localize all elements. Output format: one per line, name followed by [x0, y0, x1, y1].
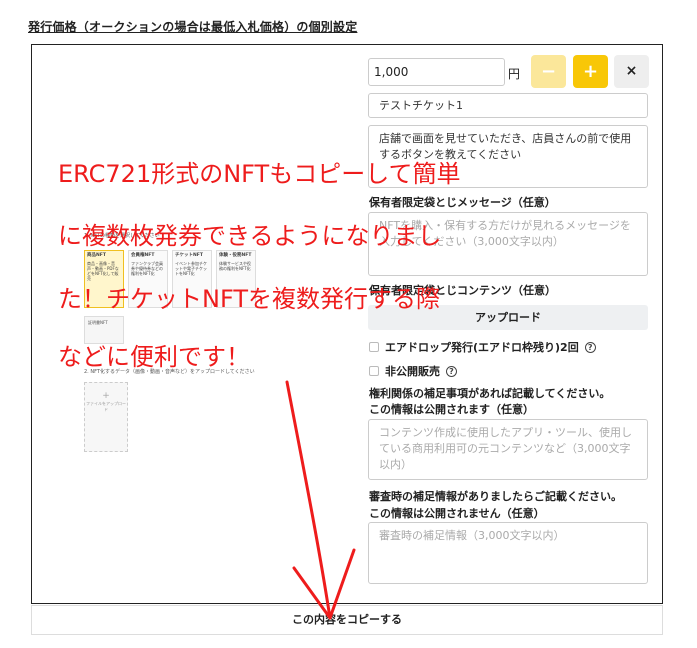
- airdrop-option[interactable]: エアドロップ発行(エアドロ枠残り)2回 ?: [369, 339, 596, 355]
- preview-upload-text: ファイルをアップロード: [86, 401, 126, 412]
- tile-body: イベント参加チケットや電子チケットをNFT化: [175, 260, 207, 277]
- tile-title: 商品NFT: [87, 253, 106, 258]
- annotation-line-2: に複数枚発券できるようになりまし: [58, 222, 442, 250]
- rights-label-1: 権利関係の補足事項があれば記載してください。: [369, 387, 611, 400]
- tile-body: 体験サービスや役務の権利をNFT化: [219, 260, 251, 272]
- section-title: 発行価格（オークションの場合は最低入札価格）の個別設定: [28, 20, 358, 34]
- review-label-2: この情報は公開されません（任意）: [369, 507, 545, 520]
- help-icon[interactable]: ?: [584, 341, 596, 353]
- ticket-name-input[interactable]: テストチケット1: [368, 93, 648, 118]
- tile-body: ファンクラブ会員券や優待券などの権利をNFT化: [131, 260, 163, 277]
- annotation-line-4: などに便利です！: [58, 343, 250, 371]
- airdrop-checkbox[interactable]: [369, 342, 379, 352]
- price-input[interactable]: 1,000: [368, 58, 505, 86]
- annotation-line-3: た！チケットNFTを複数発行する際: [58, 285, 440, 313]
- tile-title: チケットNFT: [175, 253, 203, 258]
- preview-upload-box[interactable]: + ファイルをアップロード: [84, 382, 128, 452]
- rights-textarea[interactable]: コンテンツ作成に使用したアプリ・ツール、使用している商用利用可の元コンテンツなど…: [368, 419, 648, 480]
- tile-title: 会員権NFT: [131, 253, 155, 258]
- rights-label-2: この情報は公開されます（任意）: [369, 403, 534, 416]
- plus-icon: +: [102, 391, 110, 401]
- review-label-1: 審査時の補足情報がありましたらご記載ください。: [369, 490, 622, 503]
- private-sale-option[interactable]: 非公開販売 ?: [369, 363, 457, 379]
- currency-label: 円: [508, 67, 521, 81]
- copy-content-button[interactable]: この内容をコピーする: [31, 605, 663, 635]
- nft-preview: 1. NFTの種類を選択してください 商品NFT 商品・画像・音声・動画・PDFな…: [84, 232, 274, 452]
- remove-button[interactable]: ×: [614, 55, 649, 88]
- review-textarea[interactable]: 審査時の補足情報（3,000文字以内）: [368, 522, 648, 584]
- airdrop-label: エアドロップ発行(エアドロ枠残り)2回: [385, 341, 579, 354]
- holder-message-label: 保有者限定袋とじメッセージ（任意）: [369, 196, 556, 209]
- tile-title: 体験・役務NFT: [219, 253, 252, 258]
- help-icon[interactable]: ?: [446, 365, 457, 377]
- annotation-line-1: ERC721形式のNFTもコピーして簡単: [58, 160, 461, 188]
- private-sale-checkbox[interactable]: [369, 366, 379, 376]
- private-sale-label: 非公開販売: [385, 365, 440, 378]
- increment-button[interactable]: +: [573, 55, 608, 88]
- decrement-button[interactable]: −: [531, 55, 566, 88]
